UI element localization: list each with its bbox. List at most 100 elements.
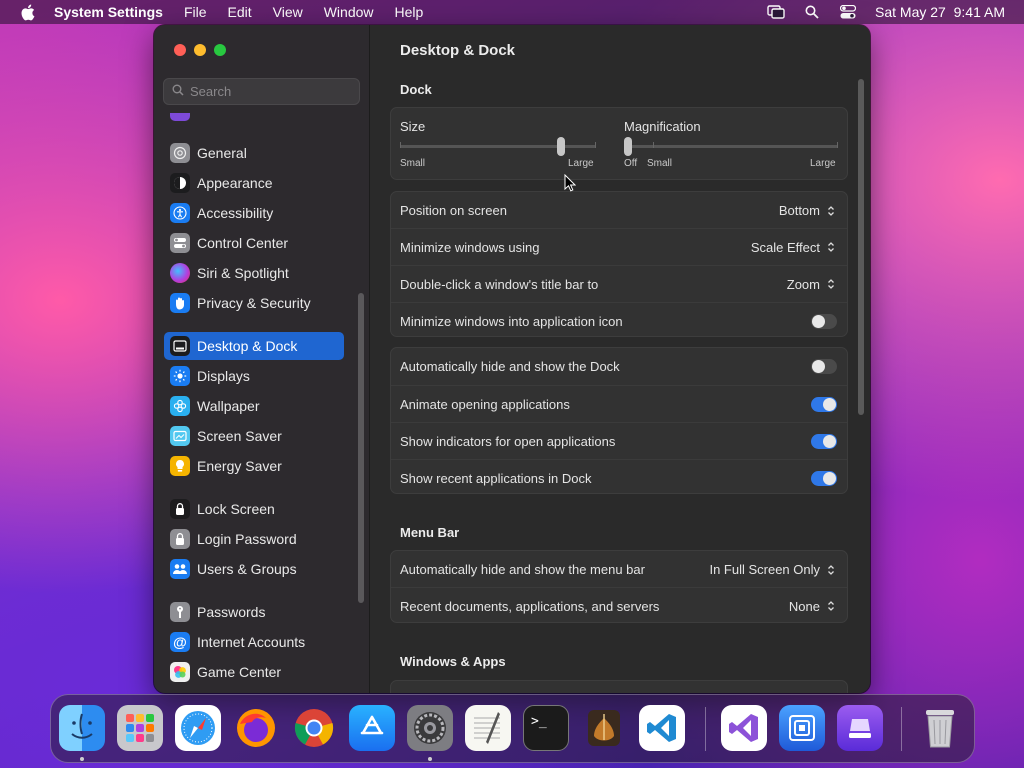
menu-help[interactable]: Help	[395, 4, 424, 20]
sidebar-item-privacy[interactable]: Privacy & Security	[164, 289, 344, 317]
sidebar-item-label: Privacy & Security	[197, 295, 311, 311]
sidebar-item-game-center[interactable]: Game Center	[164, 658, 344, 686]
menu-window[interactable]: Window	[324, 4, 374, 20]
menu-edit[interactable]: Edit	[228, 4, 252, 20]
sidebar-item-energy-saver[interactable]: Energy Saver	[164, 452, 344, 480]
recent-docs-popup[interactable]: None	[789, 598, 837, 614]
size-track[interactable]	[400, 145, 596, 148]
autohide-dock-toggle[interactable]	[811, 359, 837, 374]
terminal-icon[interactable]: >_	[523, 705, 569, 751]
sidebar-scrollbar[interactable]	[358, 293, 364, 603]
sidebar-item-label: Desktop & Dock	[197, 338, 298, 354]
app-menu[interactable]: System Settings	[54, 4, 163, 20]
close-button[interactable]	[174, 44, 186, 56]
show-recent-row[interactable]: Show recent applications in Dock	[391, 459, 847, 496]
position-popup[interactable]: Bottom	[779, 203, 837, 219]
firefox-icon[interactable]	[233, 705, 279, 751]
control-center-icon[interactable]	[839, 4, 857, 20]
autohide-dock-row[interactable]: Automatically hide and show the Dock	[391, 348, 847, 385]
sidebar-item-control-center[interactable]: Control Center	[164, 229, 344, 257]
popup-value: None	[788, 598, 820, 614]
show-indicators-toggle[interactable]	[811, 433, 837, 449]
tick	[837, 142, 838, 148]
row-label: Minimize windows using	[400, 239, 540, 255]
sidebar-item-passwords[interactable]: Passwords	[164, 598, 344, 626]
animate-opening-toggle[interactable]	[811, 396, 837, 412]
sidebar-item-appearance[interactable]: Appearance	[164, 169, 344, 197]
minimize-into-icon-toggle[interactable]	[811, 313, 837, 329]
padlock-icon	[170, 529, 190, 549]
position-row[interactable]: Position on screen Bottom	[391, 192, 847, 229]
sidebar-item-wallpaper[interactable]: Wallpaper	[164, 392, 344, 420]
show-recent-toggle[interactable]	[811, 470, 837, 486]
sidebar: Search General Appearance Accessibility …	[154, 25, 370, 693]
app-store-icon[interactable]	[349, 705, 395, 751]
sidebar-item-desktop-dock[interactable]: Desktop & Dock	[164, 332, 344, 360]
magnification-track[interactable]	[624, 145, 838, 148]
at-icon: @	[170, 632, 190, 652]
sidebar-item-lock-screen[interactable]: Lock Screen	[164, 495, 344, 523]
row-label: Show recent applications in Dock	[400, 470, 592, 486]
animate-opening-row[interactable]: Animate opening applications	[391, 385, 847, 422]
sidebar-item-label: Screen Saver	[197, 428, 282, 444]
accessibility-icon	[170, 203, 190, 223]
minimize-button[interactable]	[194, 44, 206, 56]
clock[interactable]: Sat May 27 9:41 AM	[875, 4, 1005, 20]
simulator-icon[interactable]	[779, 705, 825, 751]
row-label: Recent documents, applications, and serv…	[400, 598, 660, 614]
chrome-icon[interactable]	[291, 705, 337, 751]
show-indicators-row[interactable]: Show indicators for open applications	[391, 422, 847, 459]
sidebar-item-login-password[interactable]: Login Password	[164, 525, 344, 553]
row-label: Position on screen	[400, 203, 507, 218]
popup-value: In Full Screen Only	[709, 562, 820, 577]
minimize-into-icon-row[interactable]: Minimize windows into application icon	[391, 302, 847, 339]
spotlight-icon[interactable]	[803, 4, 821, 20]
sidebar-item-label: General	[197, 145, 247, 161]
sidebar-item-users-groups[interactable]: Users & Groups	[164, 555, 344, 583]
sidebar-item-displays[interactable]: Displays	[164, 362, 344, 390]
instruments-icon[interactable]	[581, 705, 627, 751]
popup-value: Bottom	[778, 203, 820, 218]
textedit-icon[interactable]	[465, 705, 511, 751]
double-click-row[interactable]: Double-click a window's title bar to Zoo…	[391, 265, 847, 302]
system-settings-icon[interactable]	[407, 705, 453, 751]
sidebar-item-general[interactable]: General	[164, 139, 344, 167]
safari-icon[interactable]	[175, 705, 221, 751]
content-scrollbar[interactable]	[858, 79, 864, 415]
recent-docs-row[interactable]: Recent documents, applications, and serv…	[391, 587, 847, 624]
sidebar-item-label: Accessibility	[197, 205, 274, 221]
dock: >_	[50, 694, 975, 763]
sidebar-item-hidden[interactable]	[164, 113, 344, 125]
windows-apps-group	[390, 680, 848, 693]
sidebar-item-internet-accounts[interactable]: @ Internet Accounts	[164, 628, 344, 656]
app-icon[interactable]	[837, 705, 883, 751]
double-click-popup[interactable]: Zoom	[787, 276, 837, 292]
menu-view[interactable]: View	[273, 4, 303, 20]
popup-value: Zoom	[786, 276, 820, 292]
minimize-using-row[interactable]: Minimize windows using Scale Effect	[391, 228, 847, 265]
screen-mirroring-icon[interactable]	[767, 4, 785, 20]
dock-separator	[705, 707, 706, 751]
search-input[interactable]: Search	[163, 78, 360, 105]
trash-icon[interactable]	[917, 705, 963, 751]
game-center-icon	[170, 662, 190, 682]
sidebar-item-siri[interactable]: Siri & Spotlight	[164, 259, 344, 287]
magnification-slider[interactable]: Magnification Off Small Large	[624, 108, 839, 180]
autohide-menubar-popup[interactable]: In Full Screen Only	[709, 562, 837, 578]
sidebar-item-label: Energy Saver	[197, 458, 282, 474]
sidebar-item-accessibility[interactable]: Accessibility	[164, 199, 344, 227]
visual-studio-icon[interactable]	[721, 705, 767, 751]
launchpad-icon[interactable]	[117, 705, 163, 751]
sidebar-item-screen-saver[interactable]: Screen Saver	[164, 422, 344, 450]
autohide-menubar-row[interactable]: Automatically hide and show the menu bar…	[391, 551, 847, 588]
menu-file[interactable]: File	[184, 4, 207, 20]
finder-icon[interactable]	[59, 705, 105, 751]
running-indicator	[80, 757, 84, 761]
minimize-effect-popup[interactable]: Scale Effect	[751, 239, 837, 255]
apple-icon[interactable]	[20, 4, 36, 21]
magnification-thumb[interactable]	[624, 137, 632, 156]
zoom-button[interactable]	[214, 44, 226, 56]
vscode-icon[interactable]	[639, 705, 685, 751]
size-thumb[interactable]	[557, 137, 565, 156]
size-slider[interactable]: Size Small Large	[400, 108, 597, 180]
